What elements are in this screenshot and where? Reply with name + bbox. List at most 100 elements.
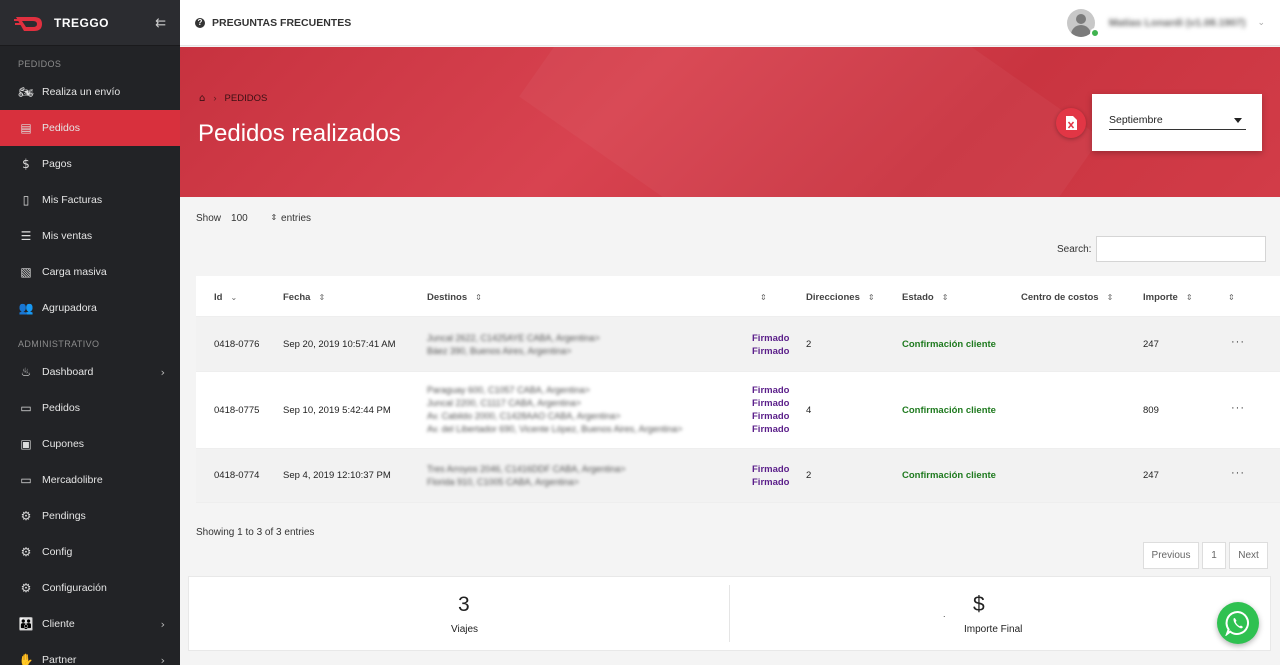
- whatsapp-icon: [1225, 610, 1249, 636]
- table-row[interactable]: 0418-0776 Sep 20, 2019 10:57:41 AM Junca…: [196, 317, 1280, 372]
- column-header-actions[interactable]: ⇕: [1220, 292, 1235, 303]
- sort-icon: ⇕: [318, 293, 326, 302]
- chevron-down-icon: ⌄: [1257, 17, 1265, 28]
- month-select[interactable]: Septiembre: [1109, 112, 1246, 130]
- month-select-value: Septiembre: [1109, 114, 1163, 126]
- sort-caret-icon: ⇕: [270, 213, 278, 222]
- table-row[interactable]: 0418-0775 Sep 10, 2019 5:42:44 PM Paragu…: [196, 372, 1280, 449]
- orders-table: Id ⌄ Fecha ⇕ Destinos ⇕ ⇕ Direcciones ⇕ Esta…: [196, 276, 1280, 503]
- sort-desc-icon: ⌄: [230, 293, 238, 302]
- sidebar-item-mis-facturas[interactable]: ▯ Mis Facturas: [0, 182, 180, 218]
- entries-length-select[interactable]: 100 ⇕: [231, 213, 278, 224]
- more-actions-icon[interactable]: ···: [1231, 402, 1245, 414]
- whatsapp-chat-button[interactable]: [1217, 602, 1259, 644]
- sidebar-item-pendings[interactable]: ⚙ Pendings: [0, 498, 180, 534]
- cell-estado: Confirmación cliente: [902, 405, 996, 416]
- column-header-id[interactable]: Id ⌄: [214, 292, 237, 303]
- cell-firmas: Firmado Firmado: [752, 464, 790, 488]
- entries-label: entries: [281, 213, 312, 224]
- sidebar-item-partner[interactable]: ✋ Partner ›: [0, 642, 180, 665]
- table-search: Search:: [1057, 236, 1267, 262]
- column-header-direcciones[interactable]: Direcciones ⇕: [806, 292, 875, 303]
- sidebar-item-mis-ventas[interactable]: ☰ Mis ventas: [0, 218, 180, 254]
- export-excel-button[interactable]: [1056, 108, 1086, 138]
- sort-icon: ⇕: [941, 293, 949, 302]
- cell-estado: Confirmación cliente: [902, 339, 996, 350]
- breadcrumb-item-pedidos[interactable]: PEDIDOS: [225, 93, 268, 104]
- more-actions-icon[interactable]: ···: [1231, 467, 1245, 479]
- sidebar-item-agrupadora[interactable]: 👥 Agrupadora: [0, 290, 180, 326]
- sidebar-item-dashboard[interactable]: ♨ Dashboard ›: [0, 354, 180, 390]
- sidebar-item-label: Mis Facturas: [42, 194, 103, 206]
- cell-destinos: Juncal 2622, C1425AYE CABA, Argentina> B…: [427, 333, 600, 356]
- cell-destinos: Paraguay 600, C1057 CABA, Argentina> Jun…: [427, 385, 683, 434]
- cell-fecha: Sep 20, 2019 10:57:41 AM: [283, 339, 396, 350]
- cell-destinos: Tres Arroyos 2046, C1416DDF CABA, Argent…: [427, 464, 626, 487]
- importe-final-label: Importe Final: [964, 624, 1023, 635]
- sidebar-item-configuracion[interactable]: ⚙ Configuración: [0, 570, 180, 606]
- gear-icon: ⚙: [20, 545, 32, 559]
- page-title: Pedidos realizados: [198, 120, 401, 147]
- cell-direcciones: 2: [806, 470, 812, 481]
- previous-page-button[interactable]: Previous: [1143, 542, 1199, 569]
- section-title-administrativo: ADMINISTRATIVO: [18, 339, 100, 349]
- gear-icon: ⚙: [20, 509, 32, 523]
- sidebar-item-config[interactable]: ⚙ Config: [0, 534, 180, 570]
- cell-fecha: Sep 10, 2019 5:42:44 PM: [283, 405, 391, 416]
- importe-dot: .: [943, 609, 946, 619]
- sidebar-item-label: Cliente: [42, 618, 75, 630]
- question-icon: ?: [195, 17, 205, 28]
- users-icon: 👥: [18, 301, 34, 315]
- column-header-centro-costos[interactable]: Centro de costos ⇕: [1021, 292, 1113, 303]
- breadcrumb-separator: ›: [213, 93, 217, 104]
- home-icon[interactable]: ⌂: [199, 93, 205, 104]
- sidebar-item-carga-masiva[interactable]: ▧ Carga masiva: [0, 254, 180, 290]
- sidebar-item-pedidos[interactable]: ▤ Pedidos: [0, 110, 180, 146]
- caret-down-icon: [1234, 118, 1242, 123]
- handshake-icon: ✋: [18, 653, 34, 665]
- sidebar-item-mercadolibre[interactable]: ▭ Mercadolibre: [0, 462, 180, 498]
- column-header-fecha[interactable]: Fecha ⇕: [283, 292, 325, 303]
- sidebar-item-label: Config: [42, 546, 73, 558]
- entries-length-value: 100: [231, 213, 248, 224]
- sidebar-item-realiza-envio[interactable]: 🏍 Realiza un envío: [0, 74, 180, 110]
- column-header-importe[interactable]: Importe ⇕: [1143, 292, 1193, 303]
- sidebar-item-label: Cupones: [42, 438, 85, 450]
- sidebar-item-label: Pedidos: [42, 122, 80, 134]
- more-actions-icon[interactable]: ···: [1231, 336, 1245, 348]
- page-header: ⌂ › PEDIDOS Pedidos realizados Septiembr…: [180, 47, 1280, 197]
- sidebar-item-admin-pedidos[interactable]: ▭ Pedidos: [0, 390, 180, 426]
- sidebar-item-cupones[interactable]: ▣ Cupones: [0, 426, 180, 462]
- section-title-pedidos: PEDIDOS: [18, 59, 62, 69]
- sidebar-item-label: Carga masiva: [42, 266, 107, 278]
- page-1-button[interactable]: 1: [1202, 542, 1226, 569]
- faq-link[interactable]: ? PREGUNTAS FRECUENTES: [195, 17, 351, 29]
- sidebar-item-cliente[interactable]: 👪 Cliente ›: [0, 606, 180, 642]
- excel-export-icon: [1066, 116, 1077, 130]
- sort-icon: ⇕: [475, 293, 482, 302]
- column-header-estado[interactable]: Estado ⇕: [902, 292, 948, 303]
- table-row[interactable]: 0418-0774 Sep 4, 2019 12:10:37 PM Tres A…: [196, 449, 1280, 503]
- search-input[interactable]: [1096, 236, 1267, 262]
- sidebar-item-pagos[interactable]: $ Pagos: [0, 146, 180, 182]
- column-header-destinos[interactable]: Destinos ⇕: [427, 292, 482, 303]
- column-header-firmas[interactable]: ⇕: [752, 292, 767, 303]
- sidebar-item-label: Agrupadora: [42, 302, 97, 314]
- people-icon: 👪: [18, 617, 34, 631]
- breadcrumb: ⌂ › PEDIDOS: [199, 93, 267, 104]
- sidebar-item-label: Dashboard: [42, 366, 94, 378]
- next-page-button[interactable]: Next: [1229, 542, 1268, 569]
- show-label: Show: [196, 213, 222, 224]
- sidebar: TREGGO ⇇ PEDIDOS 🏍 Realiza un envío ▤ Pe…: [0, 0, 180, 665]
- treggo-logo-icon[interactable]: [14, 13, 44, 33]
- cell-direcciones: 4: [806, 405, 812, 416]
- chevron-right-icon: ›: [160, 653, 165, 665]
- documents-icon: ▤: [20, 121, 32, 135]
- list-icon: ☰: [20, 229, 32, 243]
- online-status-icon: [1090, 28, 1100, 38]
- collapse-sidebar-icon[interactable]: ⇇: [155, 15, 166, 31]
- brand-name: TREGGO: [54, 15, 110, 30]
- gears-icon: ⚙: [20, 581, 32, 595]
- cell-importe: 247: [1143, 339, 1159, 350]
- money-icon: ▭: [20, 401, 32, 415]
